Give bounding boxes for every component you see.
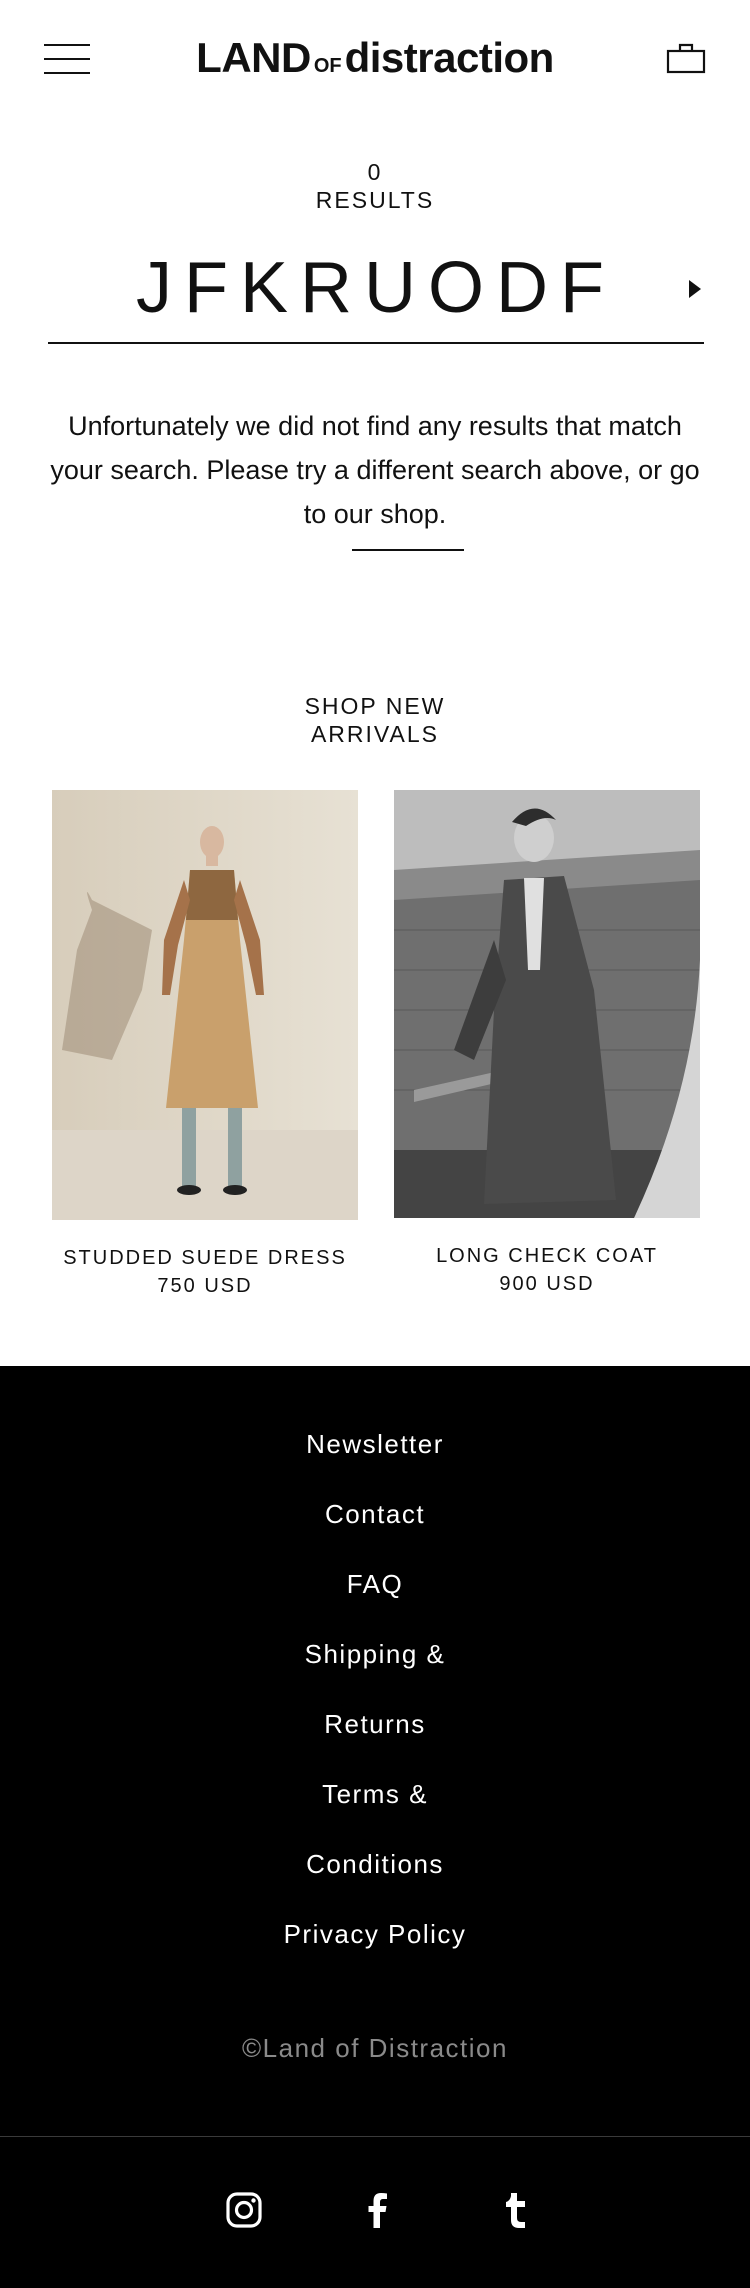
product-image[interactable] (394, 790, 700, 1218)
no-results-message: Unfortunately we did not find any result… (50, 411, 700, 529)
footer-link-contact[interactable]: Contact (0, 1498, 750, 1530)
shop-link-underline[interactable] (352, 549, 464, 551)
results-label: RESULTS (315, 187, 435, 213)
site-header: LAND OFdistraction (0, 0, 750, 120)
search-input[interactable] (48, 238, 704, 338)
product-name[interactable]: STUDDED SUEDE DRESS (32, 1244, 378, 1272)
footer-link-newsletter[interactable]: Newsletter (0, 1428, 750, 1460)
shopping-bag-icon[interactable] (666, 42, 706, 74)
search-field (48, 238, 704, 344)
arrow-right-icon[interactable] (684, 278, 706, 300)
copyright: ©Land of Distraction (242, 2033, 508, 2063)
site-footer: Newsletter Contact FAQ Shipping & Return… (0, 1366, 750, 2288)
product-card[interactable]: STUDDED SUEDE DRESS 750 USD (52, 790, 358, 1300)
section-title: SHOP NEW ARRIVALS (0, 692, 750, 748)
logo-word-of: OF (313, 55, 342, 77)
product-price: 750 USD (157, 1275, 253, 1297)
site-logo[interactable]: LAND OFdistraction (0, 34, 750, 90)
section-title-line2: ARRIVALS (310, 721, 440, 747)
product-card[interactable]: LONG CHECK COAT 900 USD (394, 790, 700, 1300)
footer-link-privacy[interactable]: Privacy Policy (0, 1918, 750, 1950)
facebook-icon[interactable] (358, 2190, 398, 2230)
logo-word-distraction: distraction (344, 34, 555, 81)
section-title-line1: SHOP NEW (304, 693, 446, 719)
footer-link-returns[interactable]: Returns (0, 1708, 750, 1740)
product-price: 900 USD (499, 1273, 595, 1295)
footer-link-faq[interactable]: FAQ (0, 1568, 750, 1600)
logo-word-land: LAND (196, 34, 311, 81)
results-count: 0 (367, 159, 383, 185)
footer-divider (0, 2136, 750, 2137)
product-name[interactable]: LONG CHECK COAT (374, 1242, 720, 1270)
footer-link-terms[interactable]: Terms & (0, 1778, 750, 1810)
footer-link-conditions[interactable]: Conditions (0, 1848, 750, 1880)
footer-link-shipping[interactable]: Shipping & (0, 1638, 750, 1670)
product-image[interactable] (52, 790, 358, 1220)
instagram-icon[interactable] (224, 2190, 264, 2230)
tumblr-icon[interactable] (496, 2190, 536, 2230)
